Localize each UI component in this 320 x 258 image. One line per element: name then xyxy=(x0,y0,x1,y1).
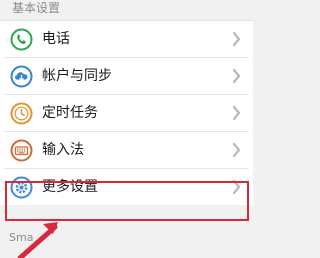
annotation-arrow-icon xyxy=(17,222,58,258)
